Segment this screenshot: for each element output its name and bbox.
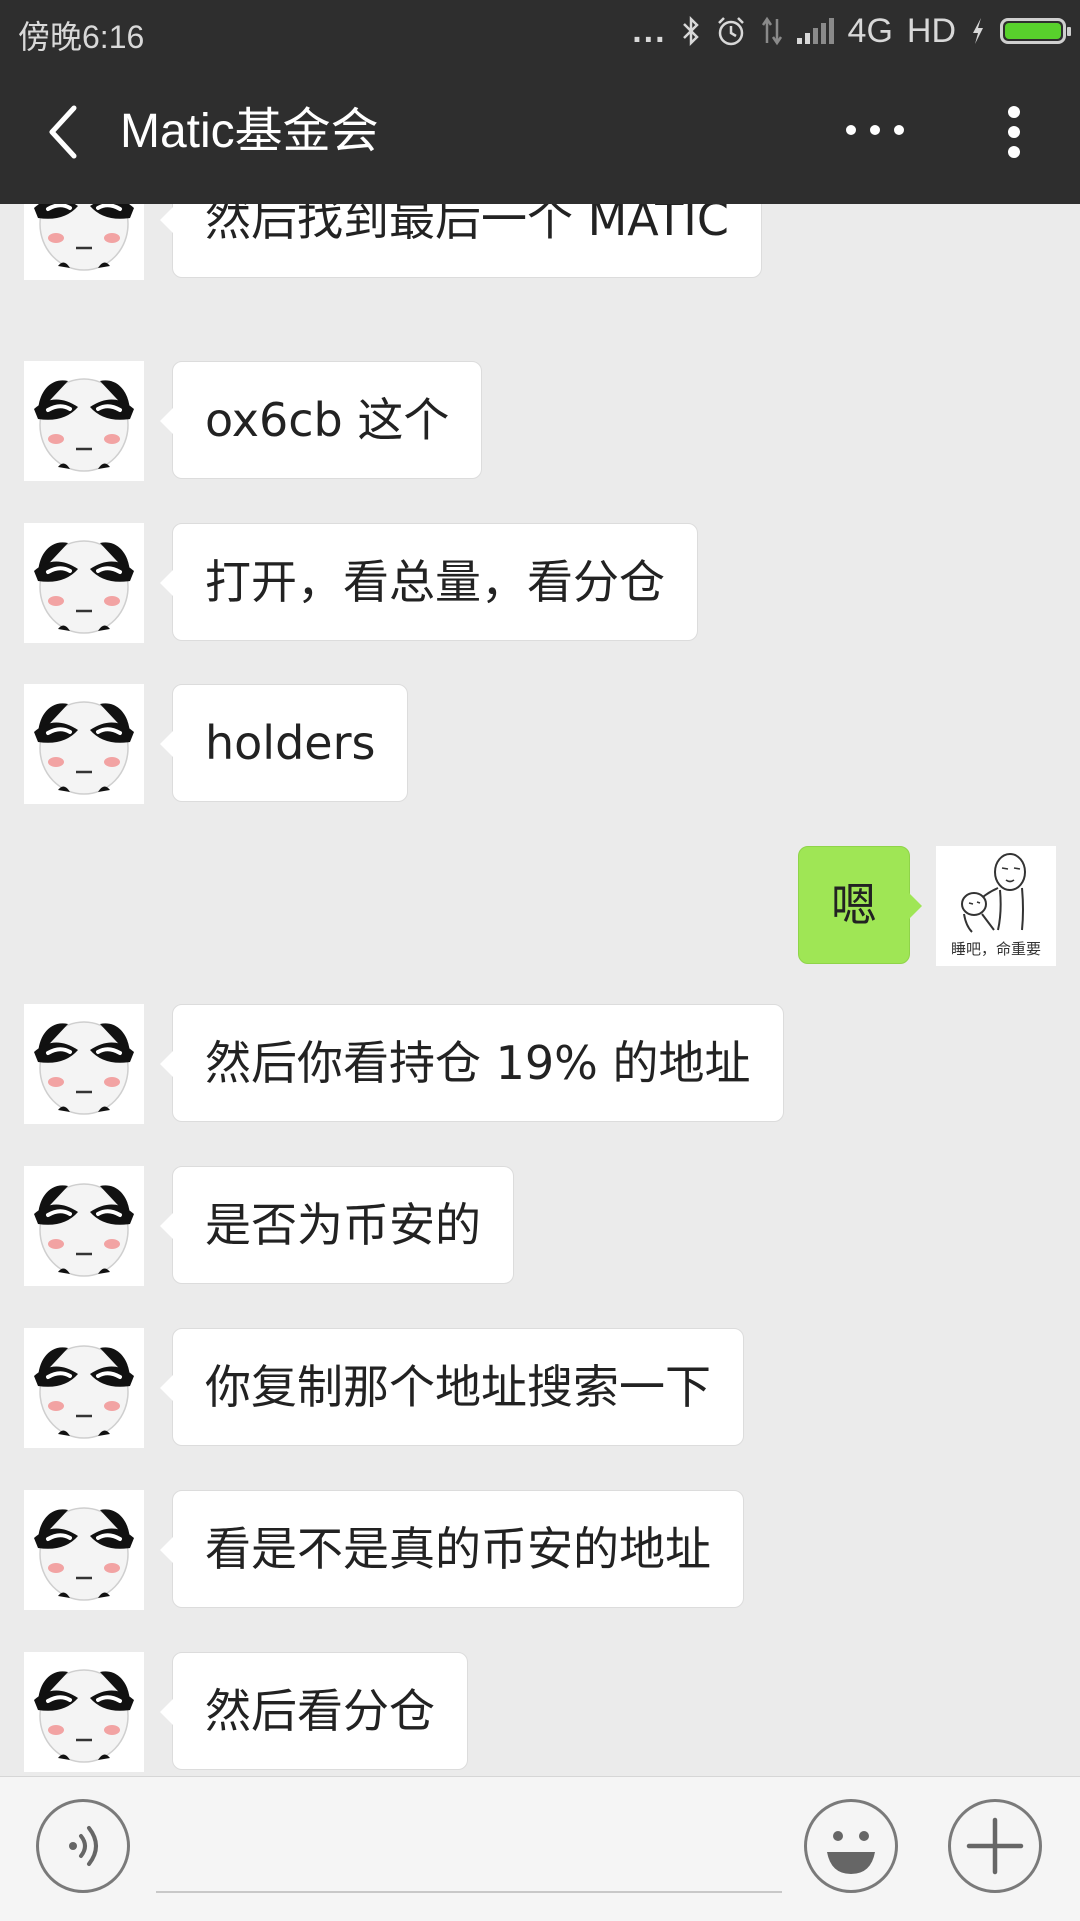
- message-input[interactable]: [156, 1803, 782, 1893]
- message-bubble[interactable]: holders: [159, 684, 409, 802]
- contact-avatar[interactable]: [24, 1490, 144, 1610]
- status-bar: 傍晚6:16 ... 4G HD: [0, 0, 1080, 62]
- charging-icon: [973, 18, 983, 44]
- input-bar: [0, 1776, 1080, 1921]
- bluetooth-icon: [682, 15, 699, 47]
- message-bubble[interactable]: 打开，看总量，看分仓: [160, 523, 698, 641]
- plus-icon: [966, 1817, 1024, 1875]
- message-list[interactable]: 然后找到最后一个 MATIC ox6cb 这个 打开，看总量，看分仓 holde…: [0, 204, 1080, 1776]
- contact-avatar[interactable]: [24, 361, 144, 481]
- message-bubble-mine[interactable]: 嗯: [798, 846, 922, 964]
- message-bubble[interactable]: 然后你看持仓 19% 的地址: [160, 1004, 784, 1122]
- signal-icon: [796, 18, 834, 44]
- voice-button[interactable]: [36, 1799, 130, 1893]
- alarm-icon: [717, 17, 744, 46]
- message-bubble[interactable]: 看是不是真的币安的地址: [160, 1490, 744, 1608]
- chat-header: Matic基金会: [0, 62, 1080, 204]
- message-bubble[interactable]: ox6cb 这个: [159, 361, 483, 479]
- my-avatar[interactable]: 睡吧，命重要: [936, 846, 1056, 966]
- emoji-button[interactable]: [804, 1799, 898, 1893]
- network-type: 4G: [847, 11, 893, 50]
- message-bubble[interactable]: 是否为币安的: [160, 1166, 514, 1284]
- contact-avatar[interactable]: [24, 1652, 144, 1772]
- contact-avatar[interactable]: [24, 1166, 144, 1286]
- message-bubble[interactable]: 然后看分仓: [160, 1652, 468, 1770]
- message-bubble[interactable]: 然后找到最后一个 MATIC: [160, 204, 762, 278]
- sticker-avatar-image: [961, 853, 1026, 933]
- battery-icon: [1000, 18, 1071, 44]
- contact-avatar[interactable]: [24, 684, 144, 804]
- contact-avatar[interactable]: [24, 1328, 144, 1448]
- more-actions-button[interactable]: [948, 1799, 1042, 1893]
- emoji-icon: [827, 1831, 875, 1874]
- voice-icon: [69, 1826, 98, 1866]
- data-transfer-icon: [761, 16, 782, 46]
- notification-dots: ...: [632, 11, 667, 50]
- chat-title: Matic基金会: [120, 105, 379, 158]
- status-time: 傍晚6:16: [18, 19, 145, 55]
- contact-avatar[interactable]: [24, 204, 144, 280]
- contact-avatar[interactable]: [24, 523, 144, 643]
- more-vertical-icon[interactable]: [990, 102, 1038, 162]
- contact-avatar[interactable]: [24, 1004, 144, 1124]
- status-icons: ... 4G HD: [632, 8, 1071, 54]
- sticker-caption: 睡吧，命重要: [950, 940, 1041, 958]
- chevron-left-icon[interactable]: [36, 102, 96, 162]
- hd-indicator: HD: [906, 11, 956, 50]
- more-horizontal-icon[interactable]: [840, 110, 910, 150]
- message-bubble[interactable]: 你复制那个地址搜索一下: [160, 1328, 744, 1446]
